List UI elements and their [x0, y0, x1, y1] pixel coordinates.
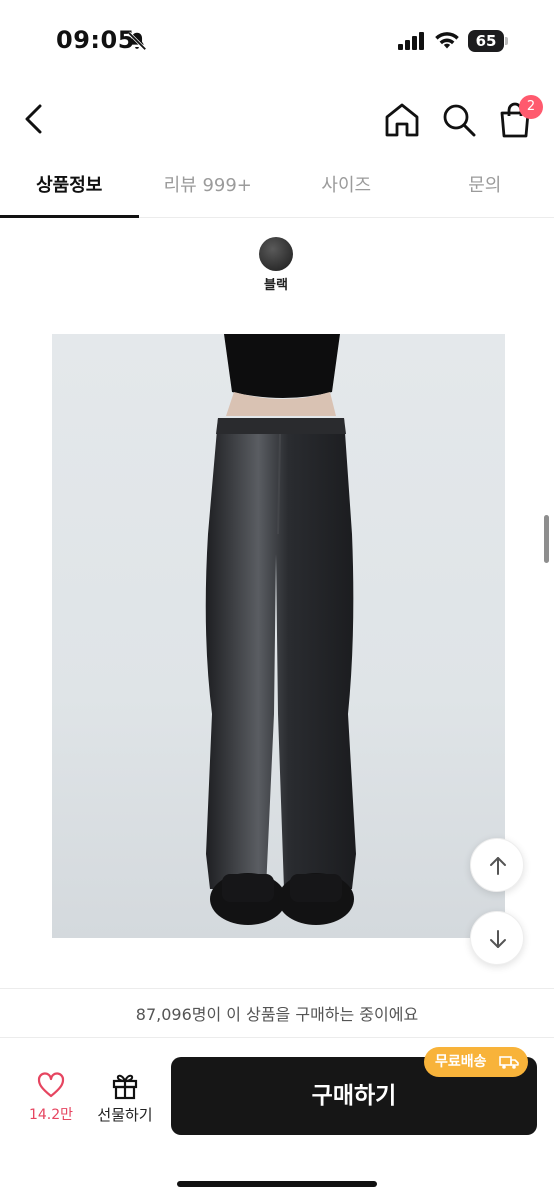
- gift-label: 선물하기: [97, 1106, 153, 1124]
- tab-reviews[interactable]: 리뷰 999+: [139, 160, 278, 217]
- battery-tip: [505, 37, 508, 45]
- product-image: [52, 334, 505, 938]
- wifi-icon: [435, 32, 459, 49]
- back-icon[interactable]: [18, 100, 52, 138]
- page-scrollbar[interactable]: [544, 515, 549, 563]
- free-shipping-label: 무료배송: [435, 1054, 487, 1070]
- divider: [0, 1037, 554, 1038]
- bell-muted-icon: [127, 31, 147, 51]
- color-swatch-label: 블랙: [264, 278, 288, 293]
- buyers-count-text: 87,096명이 이 상품을 구매하는 중이에요: [135, 1005, 419, 1024]
- arrow-up-icon: [490, 857, 506, 875]
- battery-level: 65: [468, 30, 504, 52]
- scroll-to-top-button[interactable]: [470, 838, 524, 892]
- jeans-photo: [205, 334, 356, 925]
- truck-icon: [499, 1056, 519, 1069]
- cart-count-badge: 2: [519, 95, 543, 119]
- search-icon[interactable]: [440, 100, 478, 140]
- arrow-down-icon: [490, 930, 506, 948]
- scroll-to-bottom-button[interactable]: [470, 911, 524, 965]
- tab-inquiry[interactable]: 문의: [416, 160, 554, 217]
- tab-product-info[interactable]: 상품정보: [0, 160, 139, 218]
- divider: [0, 988, 554, 989]
- color-swatch-black[interactable]: [259, 237, 293, 271]
- gift-button[interactable]: 선물하기: [92, 1068, 158, 1130]
- top-nav-bar: [0, 88, 554, 152]
- battery-indicator: 65: [468, 30, 508, 52]
- product-tabs: 상품정보 리뷰 999+ 사이즈 문의: [0, 160, 554, 218]
- home-indicator: [177, 1181, 377, 1187]
- heart-icon: [37, 1072, 65, 1098]
- tab-size[interactable]: 사이즈: [277, 160, 416, 217]
- gift-icon: [112, 1074, 138, 1100]
- status-bar: 09:05 65: [0, 0, 554, 80]
- home-icon[interactable]: [382, 100, 422, 140]
- status-time: 09:05: [56, 26, 135, 54]
- free-shipping-badge: 무료배송: [424, 1047, 528, 1077]
- like-count: 14.2만: [28, 1107, 74, 1123]
- cellular-signal-icon: [398, 32, 424, 50]
- like-button[interactable]: 14.2만: [22, 1068, 80, 1130]
